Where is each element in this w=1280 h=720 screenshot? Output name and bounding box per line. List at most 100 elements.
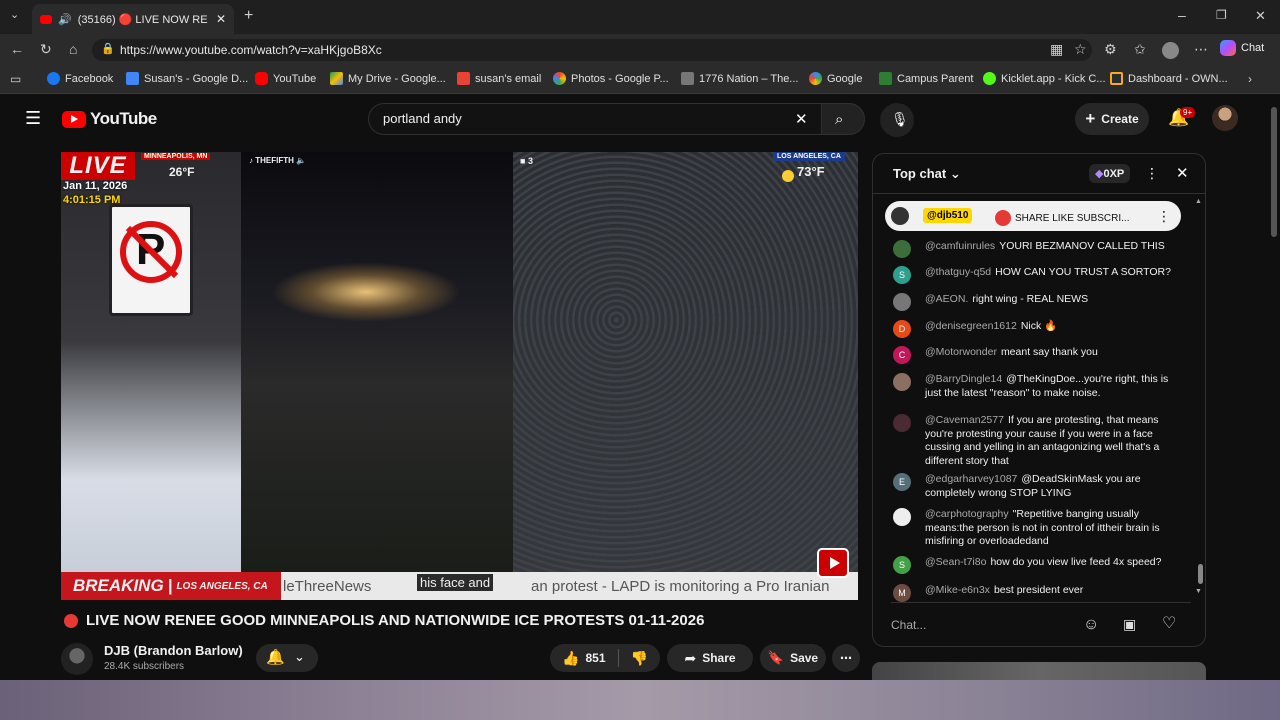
top-chat-dropdown[interactable]: Top chat ⌄ [893, 166, 961, 182]
page-scroll-thumb[interactable] [1271, 107, 1277, 237]
bookmark-my-drive[interactable]: My Drive - Google... [330, 72, 446, 85]
pinned-message[interactable]: @djb510 SHARE LIKE SUBSCRI... ⋮ [885, 201, 1181, 231]
chat-message[interactable]: S @Sean-t7i8o how do you view live feed 4x… [893, 556, 1173, 574]
clear-search-icon[interactable]: ✕ [795, 112, 808, 127]
chat-message[interactable]: C @Motorwonder meant say thank you [893, 346, 1173, 364]
chat-author-avatar[interactable]: S [893, 266, 911, 284]
minimize-icon[interactable]: – [1178, 8, 1186, 22]
bookmark-1776-nation[interactable]: 1776 Nation – The... [681, 72, 798, 85]
create-button[interactable]: + Create [1075, 103, 1149, 135]
bookmarks-overflow-chevron-icon[interactable]: › [1248, 73, 1252, 85]
chat-author-name[interactable]: @edgarharvey1087 [925, 473, 1017, 485]
new-tab-plus-icon[interactable]: + [244, 8, 253, 24]
chat-message[interactable]: @Caveman2577 If you are protesting, that … [893, 414, 1173, 468]
chat-author-avatar[interactable]: S [893, 556, 911, 574]
chat-author-name[interactable]: @camfuinrules [925, 240, 995, 252]
bookmark-google-photos[interactable]: Photos - Google P... [553, 72, 669, 85]
bookmark-google[interactable]: Google [809, 72, 862, 85]
chat-author-avatar[interactable]: D [893, 320, 911, 338]
share-button[interactable]: ➦ Share [667, 644, 753, 672]
chat-message[interactable]: @AEON. right wing - REAL NEWS [893, 293, 1173, 311]
chat-author-name[interactable]: @Caveman2577 [925, 414, 1004, 426]
chat-author-name[interactable]: @AEON. [925, 293, 968, 305]
chat-author-name[interactable]: @Mike-e6n3x [925, 584, 990, 596]
chat-message[interactable]: E @edgarharvey1087 @DeadSkinMask you are c… [893, 473, 1173, 500]
voice-search-button[interactable]: 🎙 [880, 103, 914, 137]
chat-author-avatar[interactable]: M [893, 584, 911, 602]
site-info-icon[interactable]: 🔒 [101, 44, 115, 55]
more-dots-icon[interactable]: ⋯ [1194, 42, 1208, 56]
back-arrow-icon[interactable]: ← [10, 42, 24, 56]
bookmark-email[interactable]: susan's email [457, 72, 541, 85]
bookmark-google-docs[interactable]: Susan's - Google D... [126, 72, 248, 85]
chat-message[interactable]: M @Mike-e6n3x best president ever [893, 584, 1173, 602]
like-dislike-group[interactable]: 👍 851 👎 [550, 644, 660, 672]
bookmark-kicklet[interactable]: Kicklet.app - Kick C... [983, 72, 1106, 85]
chat-close-icon[interactable]: ✕ [1176, 166, 1189, 181]
address-bar[interactable]: 🔒 https://www.youtube.com/watch?v=xaHKjg… [92, 39, 1092, 61]
like-icon[interactable]: 👍 [562, 650, 579, 667]
chat-author-name[interactable]: @Motorwonder [925, 346, 997, 358]
browser-tab-active[interactable]: 🔊 (35166) 🔴 LIVE NOW RENEE ✕ [32, 4, 234, 34]
tab-close-icon[interactable]: ✕ [216, 12, 226, 26]
search-button[interactable]: ⌕ [821, 103, 865, 135]
chat-message[interactable]: @carphotography "Repetitive banging usual… [893, 508, 1173, 549]
more-actions-button[interactable]: ⋯ [832, 644, 860, 672]
super-chat-icon[interactable]: ▣ [1123, 617, 1136, 631]
pinned-menu-dots-icon[interactable]: ⋮ [1157, 209, 1171, 223]
hamburger-menu-icon[interactable]: ☰ [25, 109, 41, 127]
speaker-icon[interactable]: 🔊 [58, 13, 72, 26]
chat-menu-dots-icon[interactable]: ⋮ [1145, 166, 1159, 180]
youtube-logo[interactable]: YouTube [62, 109, 157, 129]
maximize-icon[interactable]: ❐ [1216, 9, 1227, 21]
bookmark-youtube[interactable]: YouTube [255, 72, 316, 85]
app-available-icon[interactable]: ▦ [1050, 42, 1063, 56]
chat-author-name[interactable]: @Sean-t7i8o [925, 556, 986, 568]
heart-icon[interactable]: ♡ [1162, 616, 1176, 632]
chat-message[interactable]: D @denisegreen1612 Nick 🔥 [893, 320, 1173, 338]
reload-icon[interactable]: ↻ [40, 42, 52, 56]
scroll-down-icon[interactable]: ▼ [1195, 588, 1202, 595]
chat-author-name[interactable]: @carphotography [925, 508, 1009, 520]
window-close-icon[interactable]: ✕ [1255, 9, 1266, 22]
page-scrollbar[interactable] [1268, 95, 1280, 680]
favorites-icon[interactable]: ✩ [1134, 42, 1146, 56]
next-video-thumbnail-peek[interactable] [872, 662, 1206, 680]
chat-input[interactable]: Chat... [891, 615, 1087, 635]
chat-author-avatar[interactable] [893, 293, 911, 311]
channel-name[interactable]: DJB (Brandon Barlow) [104, 643, 243, 658]
chat-author-avatar[interactable]: C [893, 346, 911, 364]
home-icon[interactable]: ⌂ [69, 42, 77, 56]
dislike-icon[interactable]: 👎 [631, 650, 648, 667]
chat-author-avatar[interactable] [893, 373, 911, 391]
save-button[interactable]: 🔖 Save [760, 644, 826, 672]
chat-author-avatar[interactable] [893, 414, 911, 432]
chat-message[interactable]: @camfuinrules YOURI BEZMANOV CALLED THIS [893, 240, 1173, 258]
chat-scroll-thumb[interactable] [1198, 564, 1203, 584]
chat-author-name[interactable]: @denisegreen1612 [925, 320, 1017, 332]
subscription-bell-button[interactable]: 🔔 ⌄ [256, 644, 318, 672]
copilot-chat-button[interactable]: Chat [1220, 40, 1264, 56]
chat-author-name[interactable]: @BarryDingle14 [925, 373, 1002, 385]
chat-author-avatar[interactable] [893, 240, 911, 258]
search-input[interactable]: portland andy ✕ [368, 103, 822, 135]
bookmark-facebook[interactable]: Facebook [47, 72, 113, 85]
bookmark-dashboard[interactable]: Dashboard - OWN... [1110, 72, 1228, 85]
xp-badge[interactable]: ◆0XP [1089, 164, 1131, 183]
collections-icon[interactable]: ▭ [10, 73, 21, 85]
scroll-up-icon[interactable]: ▲ [1195, 198, 1202, 205]
chat-message[interactable]: S @thatguy-q5d HOW CAN YOU TRUST A SORTOR? [893, 266, 1173, 284]
subscribe-watermark-icon[interactable] [817, 548, 849, 578]
channel-avatar[interactable] [61, 643, 93, 675]
chat-author-avatar[interactable]: E [893, 473, 911, 491]
profile-icon[interactable] [1162, 42, 1179, 59]
chat-message[interactable]: @BarryDingle14 @TheKingDoe...you're right… [893, 373, 1173, 400]
chat-author-avatar[interactable] [893, 508, 911, 526]
chat-scrollbar[interactable]: ▲ ▼ [1195, 198, 1203, 598]
bookmark-campus-parent[interactable]: Campus Parent [879, 72, 973, 85]
tab-list-chevron-icon[interactable]: ⌄ [10, 10, 19, 21]
emoji-icon[interactable]: ☺ [1083, 617, 1099, 633]
video-player[interactable]: P LIVE MINNEAPOLIS, MN 26°F Jan 11, 2026… [61, 152, 858, 600]
chat-author-name[interactable]: @thatguy-q5d [925, 266, 991, 278]
favorite-star-icon[interactable]: ☆ [1074, 42, 1087, 56]
